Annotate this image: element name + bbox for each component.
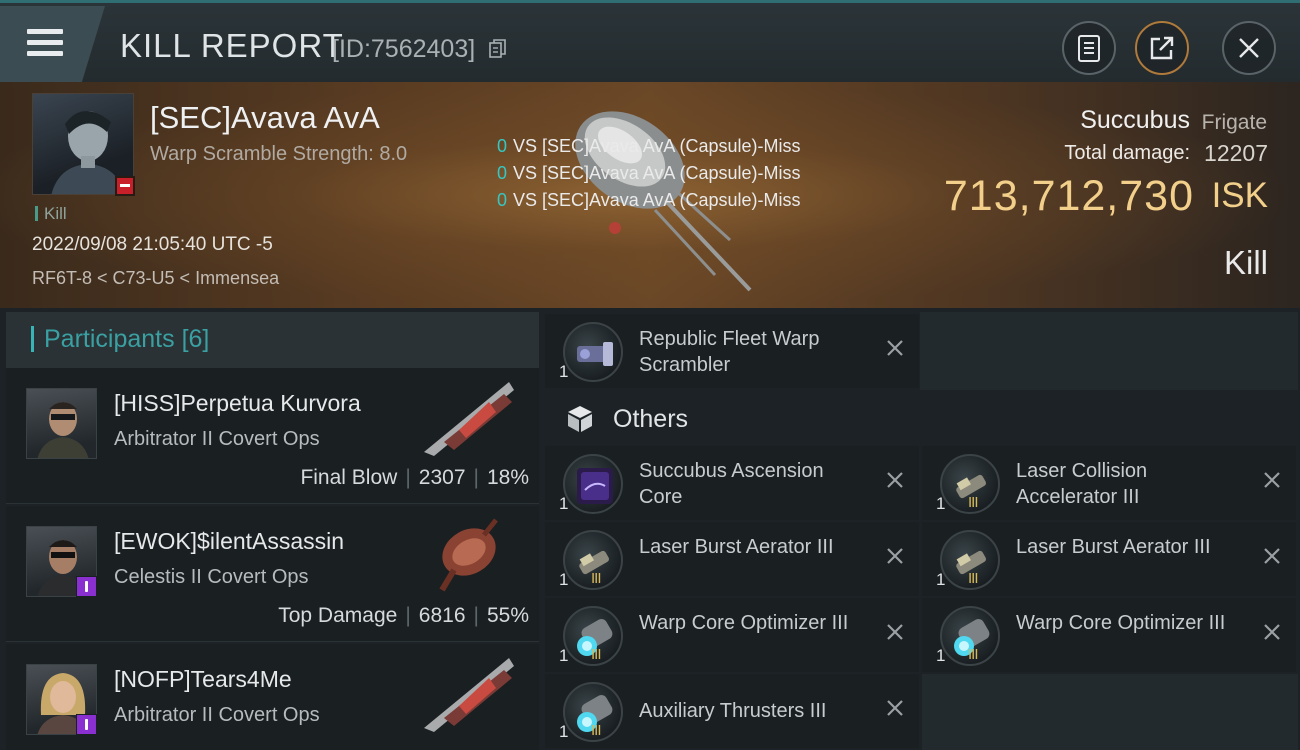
warp-scrambler-icon — [563, 322, 623, 382]
item-name: Auxiliary Thrusters III — [639, 700, 827, 722]
item-row[interactable]: 1 Succubus Ascension Core — [545, 446, 919, 520]
participant-row[interactable]: [HISS]Perpetua Kurvora Arbitrator II Cov… — [6, 368, 539, 504]
hostile-badge — [115, 176, 135, 196]
menu-button[interactable] — [0, 6, 105, 82]
participant-row[interactable]: [EWOK]$ilentAssassin Celestis II Covert … — [6, 506, 539, 642]
item-quantity: 1 — [936, 494, 946, 513]
others-label: Others — [613, 405, 689, 433]
isk-value: 713,712,730 — [943, 172, 1194, 220]
item-tier: III — [591, 646, 601, 663]
engagement-line: 0 VS [SEC]Avava AvA (Capsule)-Miss — [497, 190, 801, 210]
close-x-icon[interactable] — [1262, 546, 1282, 566]
item-name: Warp Core Optimizer III — [639, 612, 849, 634]
share-button[interactable] — [1135, 21, 1189, 75]
item-quantity: 1 — [559, 570, 569, 589]
participant-ship: Arbitrator II Covert Ops — [114, 704, 320, 726]
empty-slot — [920, 312, 1298, 390]
item-quantity: 1 — [559, 722, 569, 741]
item-name: Republic Fleet Warp Scrambler — [639, 328, 820, 376]
kill-datetime: 2022/09/08 21:05:40 UTC -5 — [32, 234, 273, 255]
item-row[interactable]: 1 III Warp Core Optimizer III — [922, 598, 1296, 672]
item-row[interactable]: 1 III Laser Collision Accelerator III — [922, 446, 1296, 520]
corp-badge — [76, 576, 97, 597]
item-quantity: 1 — [559, 646, 569, 665]
share-icon — [1150, 36, 1174, 60]
item-name: Succubus Ascension Core — [639, 460, 824, 508]
item-tier: III — [968, 494, 978, 511]
participants-panel: Participants [6] [HISS]Perpetua Kurvora … — [6, 312, 539, 750]
participant-row[interactable]: [NOFP]Tears4Me Arbitrator II Covert Ops — [6, 644, 539, 750]
clipboard-icon — [1078, 35, 1100, 62]
item-row[interactable]: 1 Republic Fleet Warp Scrambler — [545, 314, 919, 388]
item-name: Laser Collision Accelerator III — [1016, 460, 1148, 508]
item-tier: III — [591, 722, 601, 739]
ship-image — [424, 382, 514, 456]
participant-stats: Final Blow | 2307 | 18% — [300, 466, 529, 489]
kill-location[interactable]: RF6T-8 < C73-U5 < Immensea — [32, 268, 279, 289]
item-tier: III — [968, 646, 978, 663]
header-accent-bar — [31, 326, 34, 352]
result-label: Kill — [1223, 244, 1268, 281]
warp-scramble-strength: Warp Scramble Strength: 8.0 — [150, 143, 408, 165]
close-x-icon[interactable] — [885, 546, 905, 566]
corp-badge — [76, 714, 97, 735]
item-row[interactable]: 1 III Warp Core Optimizer III — [545, 598, 919, 672]
item-row[interactable]: 1 III Auxiliary Thrusters III — [545, 674, 919, 748]
item-name: Laser Burst Aerator III — [1016, 536, 1211, 558]
engagement-list: 0 VS [SEC]Avava AvA (Capsule)-Miss 0 VS [S… — [497, 133, 800, 214]
close-x-icon[interactable] — [1262, 622, 1282, 642]
close-x-icon[interactable] — [885, 338, 905, 358]
item-row[interactable]: 1 III Laser Burst Aerator III — [545, 522, 919, 596]
engagement-line: 0 VS [SEC]Avava AvA (Capsule)-Miss — [497, 163, 801, 183]
victim-ship-class: Frigate — [1201, 111, 1267, 134]
ship-image — [424, 658, 514, 732]
item-tier: III — [968, 570, 978, 587]
ship-image — [439, 518, 498, 592]
ascension-core-icon — [563, 454, 623, 514]
item-quantity: 1 — [559, 362, 569, 381]
hamburger-menu-icon — [27, 29, 63, 57]
engagement-line: 0 VS [SEC]Avava AvA (Capsule)-Miss — [497, 136, 801, 156]
kill-tag: Kill — [35, 204, 67, 224]
participant-name: [NOFP]Tears4Me — [114, 666, 292, 692]
participant-name: [HISS]Perpetua Kurvora — [114, 390, 361, 416]
close-x-icon[interactable] — [885, 698, 905, 718]
participant-ship: Celestis II Covert Ops — [114, 566, 309, 588]
top-bar: KILL REPORT [ID:7562403] — [0, 0, 1300, 82]
participants-title: Participants [6] — [44, 325, 210, 353]
clipboard-button[interactable] — [1062, 21, 1116, 75]
item-name: Warp Core Optimizer III — [1016, 612, 1226, 634]
empty-slot — [922, 674, 1298, 750]
total-damage-label: Total damage: — [1064, 142, 1190, 164]
close-x-icon[interactable] — [1262, 470, 1282, 490]
cube-icon — [568, 406, 592, 432]
item-tier: III — [591, 570, 601, 587]
victim-ship-name[interactable]: Succubus — [1080, 106, 1190, 135]
item-row[interactable]: 1 III Laser Burst Aerator III — [922, 522, 1296, 596]
total-damage-value: 12207 — [1204, 140, 1268, 166]
close-x-icon[interactable] — [885, 622, 905, 642]
close-button[interactable] — [1222, 21, 1276, 75]
kill-summary: [SEC]Avava AvA Warp Scramble Strength: 8… — [0, 82, 1300, 308]
copy-icon[interactable] — [489, 39, 507, 59]
close-icon — [1239, 38, 1259, 58]
participants-header[interactable]: Participants [6] — [6, 312, 539, 368]
avatar[interactable] — [26, 388, 97, 459]
participant-ship: Arbitrator II Covert Ops — [114, 428, 320, 450]
close-x-icon[interactable] — [885, 470, 905, 490]
page-title: KILL REPORT — [120, 27, 344, 64]
victim-name[interactable]: [SEC]Avava AvA — [150, 100, 380, 136]
item-quantity: 1 — [936, 570, 946, 589]
others-section-header: Others — [545, 392, 1298, 446]
participant-name: [EWOK]$ilentAssassin — [114, 528, 345, 554]
item-quantity: 1 — [559, 494, 569, 513]
item-name: Laser Burst Aerator III — [639, 536, 834, 558]
participant-stats: Top Damage | 6816 | 55% — [278, 604, 529, 627]
item-quantity: 1 — [936, 646, 946, 665]
report-id: [ID:7562403] — [332, 35, 476, 63]
isk-unit: ISK — [1211, 176, 1268, 215]
